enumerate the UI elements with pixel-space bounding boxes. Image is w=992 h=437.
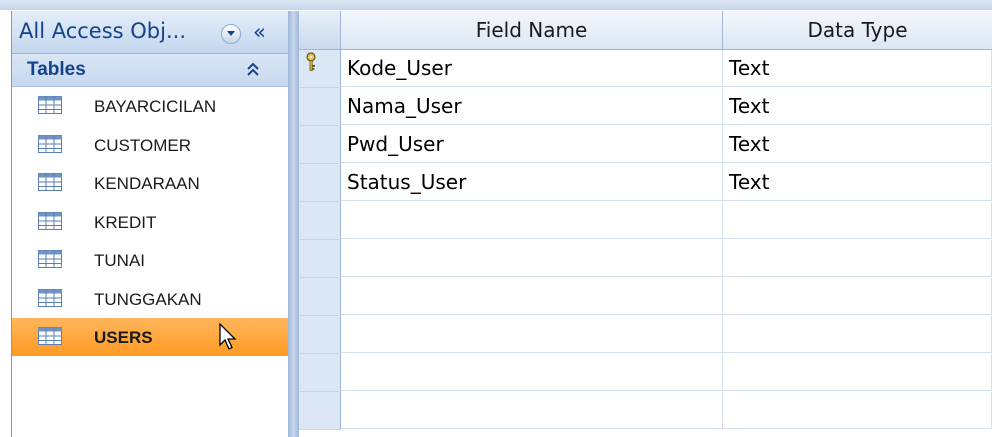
row-selector[interactable]	[299, 392, 341, 430]
nav-item-tunai[interactable]: TUNAI	[12, 241, 288, 279]
group-header-tables[interactable]: Tables	[12, 54, 288, 87]
row-selector[interactable]	[299, 240, 341, 278]
data-type-cell[interactable]	[723, 316, 992, 353]
window-top-edge	[0, 0, 992, 10]
nav-item-label: KENDARAAN	[94, 174, 200, 193]
field-name-cell[interactable]	[341, 278, 723, 315]
nav-pane-title[interactable]: All Access Obj...	[19, 19, 186, 43]
field-name-cell[interactable]	[341, 240, 723, 277]
nav-pane-header[interactable]: All Access Obj... «	[12, 11, 288, 54]
data-type-cell[interactable]: Text	[723, 164, 992, 201]
nav-item-customer[interactable]: CUSTOMER	[12, 126, 288, 164]
row-selector[interactable]	[299, 50, 341, 88]
nav-item-label: KREDIT	[94, 212, 157, 232]
nav-item-kredit[interactable]: KREDIT	[12, 203, 288, 241]
table-icon	[38, 96, 62, 114]
field-name-cell[interactable]	[341, 316, 723, 353]
field-name-cell[interactable]	[341, 202, 723, 239]
table-icon	[38, 211, 62, 230]
data-type-cell[interactable]: Text	[723, 126, 992, 163]
nav-item-tunggakan[interactable]: TUNGGAKAN	[12, 280, 288, 318]
primary-key-icon	[305, 52, 317, 76]
data-type-cell[interactable]: Text	[723, 50, 992, 87]
column-header-data-type[interactable]: Data Type	[723, 11, 992, 50]
double-chevron-up-icon[interactable]	[246, 62, 260, 82]
field-name-cell[interactable]	[341, 354, 723, 391]
field-name-cell[interactable]: Status_User	[341, 164, 723, 201]
table-design-grid: Field Name Data Type Kode_User Text Nama_U…	[299, 11, 992, 437]
table-icon	[38, 250, 62, 268]
row-selector[interactable]	[299, 126, 341, 164]
nav-item-label: USERS	[94, 328, 153, 347]
nav-item-label: TUNAI	[94, 251, 145, 270]
data-type-cell[interactable]	[723, 240, 992, 277]
nav-item-bayarcicilan[interactable]: BAYARCICILAN	[12, 87, 288, 125]
navigation-pane: All Access Obj... « Tables BAYARCICILAN C…	[11, 11, 289, 437]
grid-select-all[interactable]	[299, 11, 341, 50]
chevron-down-icon[interactable]	[221, 24, 241, 44]
table-icon	[38, 327, 62, 345]
table-icon	[38, 173, 62, 191]
nav-item-label: CUSTOMER	[94, 135, 191, 155]
row-selector[interactable]	[299, 354, 341, 392]
data-type-cell[interactable]: Text	[723, 88, 992, 125]
nav-item-users[interactable]: USERS	[12, 318, 288, 356]
row-selector[interactable]	[299, 202, 341, 240]
row-selector[interactable]	[299, 316, 341, 354]
collapse-pane-icon[interactable]: «	[253, 20, 266, 44]
column-header-field-name[interactable]: Field Name	[341, 11, 723, 50]
field-name-cell[interactable]: Kode_User	[341, 50, 723, 87]
table-icon	[38, 288, 62, 307]
field-name-cell[interactable]: Pwd_User	[341, 126, 723, 163]
nav-item-label: TUNGGAKAN	[94, 289, 202, 309]
data-type-cell[interactable]	[723, 354, 992, 391]
nav-item-kendaraan[interactable]: KENDARAAN	[12, 164, 288, 202]
field-name-cell[interactable]: Nama_User	[341, 88, 723, 125]
data-type-cell[interactable]	[723, 278, 992, 315]
mouse-pointer-icon	[219, 322, 241, 355]
group-label: Tables	[27, 59, 86, 80]
row-selector[interactable]	[299, 164, 341, 202]
data-type-cell[interactable]	[723, 202, 992, 239]
pane-splitter[interactable]	[288, 11, 299, 437]
table-icon	[38, 134, 62, 153]
nav-item-label: BAYARCICILAN	[94, 97, 217, 116]
row-selector[interactable]	[299, 88, 341, 126]
row-selector[interactable]	[299, 278, 341, 316]
data-type-cell[interactable]	[723, 392, 992, 429]
field-name-cell[interactable]	[341, 392, 723, 429]
